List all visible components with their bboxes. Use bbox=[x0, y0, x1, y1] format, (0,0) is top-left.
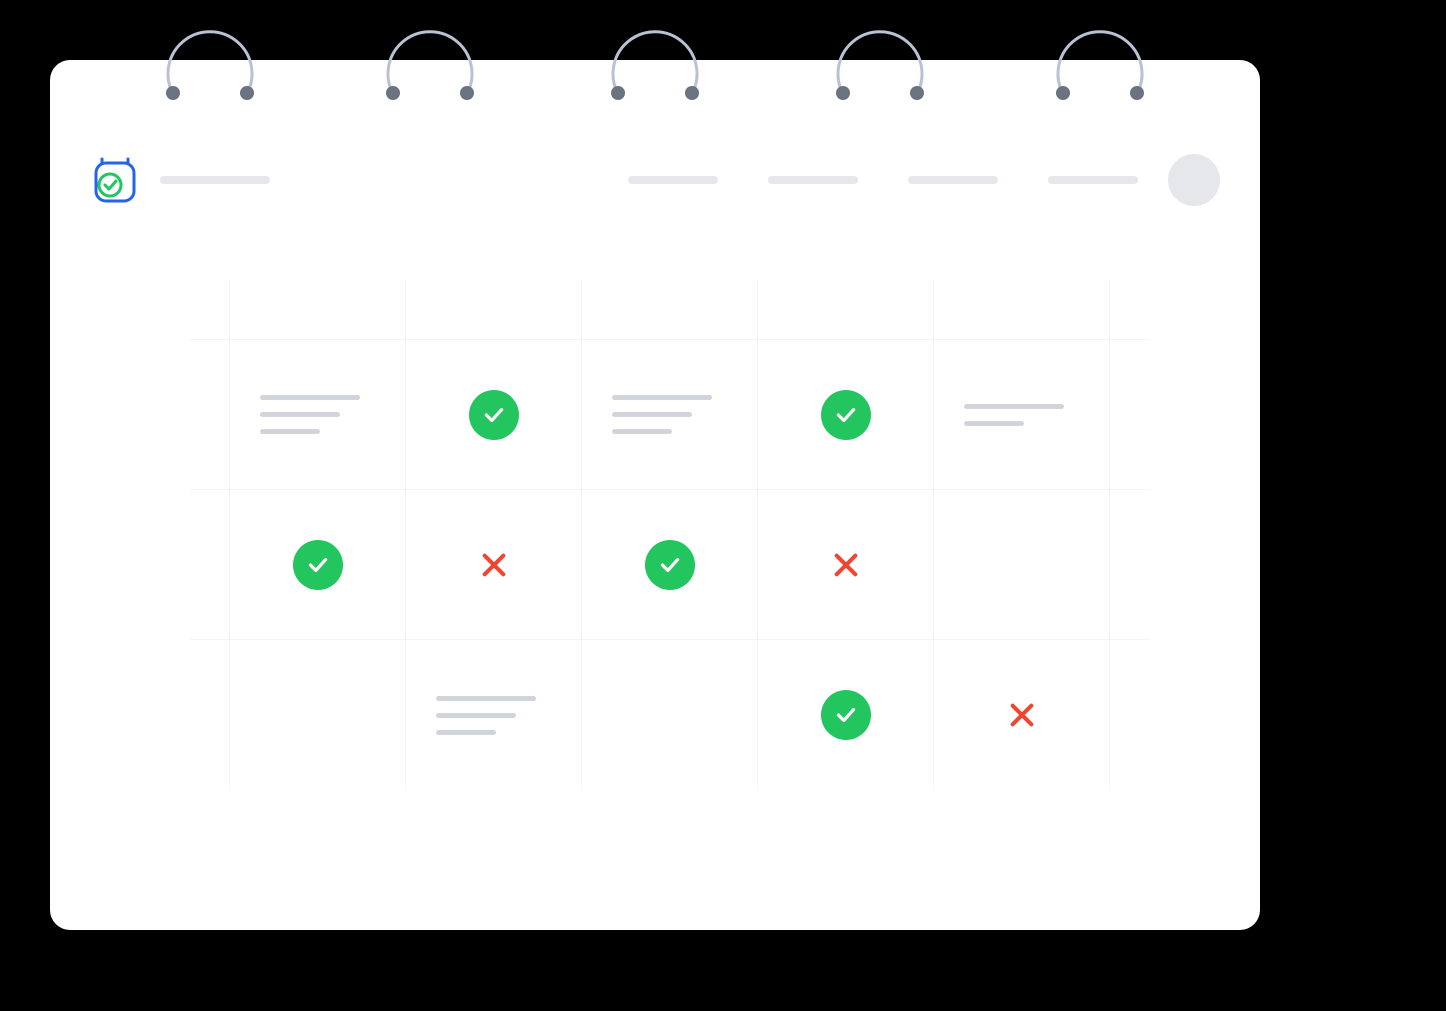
checkmark-icon bbox=[821, 390, 871, 440]
brand-placeholder bbox=[160, 176, 270, 184]
x-mark-icon bbox=[1006, 699, 1038, 731]
nav-item[interactable] bbox=[908, 176, 998, 184]
text-placeholder bbox=[230, 395, 405, 434]
grid-cell[interactable] bbox=[406, 640, 582, 790]
text-placeholder bbox=[406, 696, 581, 735]
spiral-ring-icon bbox=[380, 2, 480, 102]
calendar-check-icon[interactable] bbox=[90, 155, 140, 205]
nav-item[interactable] bbox=[628, 176, 718, 184]
grid-row bbox=[190, 490, 1150, 640]
grid-cell bbox=[190, 490, 230, 639]
grid-cell bbox=[1110, 640, 1150, 790]
nav-menu bbox=[628, 176, 1138, 184]
grid-header-row bbox=[190, 280, 1150, 340]
x-mark-icon bbox=[478, 549, 510, 581]
grid-cell bbox=[190, 640, 230, 790]
grid-cell[interactable] bbox=[582, 640, 758, 790]
grid-row bbox=[190, 340, 1150, 490]
checkmark-icon bbox=[645, 540, 695, 590]
grid-cell[interactable] bbox=[758, 640, 934, 790]
spiral-ring-icon bbox=[160, 2, 260, 102]
nav-item[interactable] bbox=[1048, 176, 1138, 184]
grid-cell bbox=[190, 340, 230, 489]
checkmark-icon bbox=[469, 390, 519, 440]
grid-cell bbox=[230, 280, 406, 339]
grid-cell bbox=[758, 280, 934, 339]
grid-cell bbox=[1110, 280, 1150, 339]
grid-cell bbox=[1110, 490, 1150, 639]
calendar-grid bbox=[190, 280, 1150, 870]
calendar-card bbox=[50, 60, 1260, 930]
grid-cell[interactable] bbox=[582, 490, 758, 639]
grid-cell[interactable] bbox=[230, 490, 406, 639]
grid-cell[interactable] bbox=[406, 340, 582, 489]
grid-cell[interactable] bbox=[758, 340, 934, 489]
grid-cell[interactable] bbox=[934, 340, 1110, 489]
text-placeholder bbox=[582, 395, 757, 434]
grid-cell[interactable] bbox=[934, 490, 1110, 639]
grid-cell[interactable] bbox=[934, 640, 1110, 790]
grid-cell[interactable] bbox=[758, 490, 934, 639]
avatar[interactable] bbox=[1168, 154, 1220, 206]
grid-cell[interactable] bbox=[230, 640, 406, 790]
grid-cell[interactable] bbox=[582, 340, 758, 489]
x-mark-icon bbox=[830, 549, 862, 581]
grid-cell bbox=[582, 280, 758, 339]
checkmark-icon bbox=[293, 540, 343, 590]
grid-cell bbox=[1110, 340, 1150, 489]
nav-item[interactable] bbox=[768, 176, 858, 184]
app-header bbox=[90, 150, 1220, 210]
text-placeholder bbox=[934, 404, 1109, 426]
spiral-ring-icon bbox=[1050, 2, 1150, 102]
spiral-ring-icon bbox=[830, 2, 930, 102]
grid-cell[interactable] bbox=[406, 490, 582, 639]
spiral-ring-icon bbox=[605, 2, 705, 102]
grid-row bbox=[190, 640, 1150, 790]
grid-cell bbox=[934, 280, 1110, 339]
grid-cell[interactable] bbox=[230, 340, 406, 489]
grid-cell bbox=[190, 280, 230, 339]
checkmark-icon bbox=[821, 690, 871, 740]
grid-cell bbox=[406, 280, 582, 339]
